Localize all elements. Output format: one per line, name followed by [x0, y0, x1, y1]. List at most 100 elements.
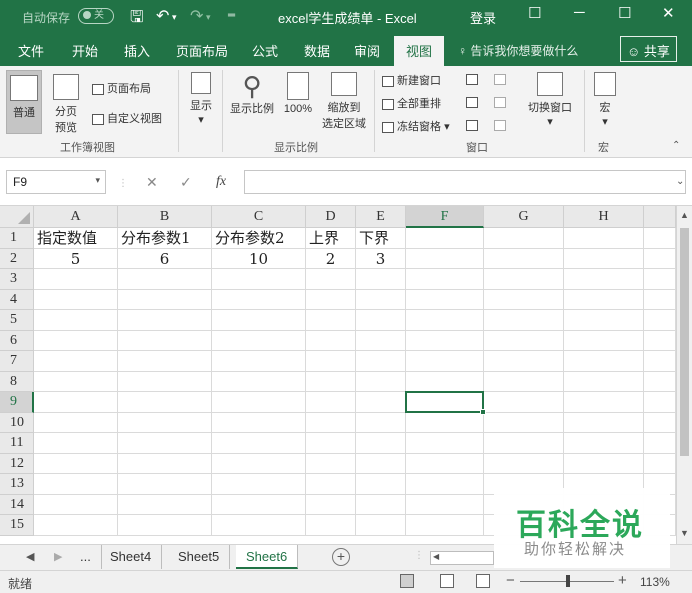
tab-file[interactable]: 文件	[18, 41, 44, 60]
share-button[interactable]: ☺ 共享	[620, 36, 677, 62]
cell-b10[interactable]	[118, 412, 212, 433]
fill-handle[interactable]	[480, 408, 486, 415]
maximize-icon[interactable]: ☐	[618, 4, 631, 22]
cell-a12[interactable]	[34, 453, 118, 474]
cell-a6[interactable]	[34, 330, 118, 351]
expand-formula-bar-icon[interactable]: ⌄	[676, 176, 684, 187]
zoom-button[interactable]: ⚲ 显示比例	[228, 72, 276, 132]
cell-h1[interactable]	[564, 228, 644, 249]
cell-b11[interactable]	[118, 433, 212, 454]
close-icon[interactable]: ✕	[662, 4, 675, 22]
cell-c11[interactable]	[212, 433, 306, 454]
cell-filler[interactable]	[644, 371, 676, 392]
cell-g5[interactable]	[484, 310, 564, 331]
cell-c14[interactable]	[212, 494, 306, 515]
column-header-f[interactable]: F	[406, 206, 484, 228]
cell-filler[interactable]	[644, 330, 676, 351]
cell-f4[interactable]	[406, 289, 484, 310]
cell-b12[interactable]	[118, 453, 212, 474]
cell-filler[interactable]	[644, 228, 676, 249]
cell-a1[interactable]: 指定数值	[34, 228, 118, 249]
cell-f12[interactable]	[406, 453, 484, 474]
cell-b2[interactable]: 6	[118, 248, 212, 269]
cell-d9[interactable]	[306, 392, 356, 413]
tab-home[interactable]: 开始	[72, 41, 98, 60]
horizontal-scrollbar[interactable]: ◀	[430, 551, 494, 565]
cell-f7[interactable]	[406, 351, 484, 372]
customize-qat-icon[interactable]: ═	[228, 10, 235, 21]
cell-c6[interactable]	[212, 330, 306, 351]
cell-h9[interactable]	[564, 392, 644, 413]
cell-h12[interactable]	[564, 453, 644, 474]
zoom-slider-thumb[interactable]	[566, 575, 570, 587]
row-header-7[interactable]: 7	[0, 351, 34, 372]
name-box-dropdown-icon[interactable]: ▾	[95, 175, 100, 186]
cell-f14[interactable]	[406, 494, 484, 515]
cell-c13[interactable]	[212, 474, 306, 495]
undo-icon[interactable]: ↶	[156, 6, 169, 26]
new-window-button[interactable]: 新建窗口	[382, 72, 441, 88]
sheet-tab-more[interactable]: ...	[70, 545, 102, 569]
normal-view-button[interactable]: 普通	[6, 70, 42, 134]
row-header-9[interactable]: 9	[0, 392, 34, 413]
cell-e3[interactable]	[356, 269, 406, 290]
cell-filler[interactable]	[644, 351, 676, 372]
redo-dropdown-icon[interactable]: ▾	[206, 12, 211, 23]
cell-h10[interactable]	[564, 412, 644, 433]
redo-icon[interactable]: ↷	[190, 6, 203, 26]
cell-c5[interactable]	[212, 310, 306, 331]
cell-d13[interactable]	[306, 474, 356, 495]
scroll-left-icon[interactable]: ◀	[433, 552, 439, 561]
cell-a14[interactable]	[34, 494, 118, 515]
sheet-tab-sheet4[interactable]: Sheet4	[100, 545, 163, 569]
row-header-4[interactable]: 4	[0, 289, 34, 310]
cell-a4[interactable]	[34, 289, 118, 310]
tab-data[interactable]: 数据	[304, 41, 330, 60]
cell-e14[interactable]	[356, 494, 406, 515]
row-header-10[interactable]: 10	[0, 412, 34, 433]
cell-g4[interactable]	[484, 289, 564, 310]
zoom-level[interactable]: 113%	[640, 575, 670, 589]
vertical-scrollbar[interactable]: ▲ ▼	[676, 206, 692, 544]
sheet-tab-sheet5[interactable]: Sheet5	[168, 545, 231, 569]
zoom-to-selection-button[interactable]: 缩放到 选定区域	[318, 72, 370, 136]
reset-position-icon[interactable]	[494, 120, 506, 131]
cell-h8[interactable]	[564, 371, 644, 392]
page-break-preview-button[interactable]: 分页 预览	[50, 70, 82, 134]
view-side-by-side-icon[interactable]	[494, 74, 506, 85]
cell-f1[interactable]	[406, 228, 484, 249]
cell-e1[interactable]: 下界	[356, 228, 406, 249]
cell-filler[interactable]	[644, 310, 676, 331]
undo-dropdown-icon[interactable]: ▾	[172, 12, 177, 23]
tab-page-layout[interactable]: 页面布局	[176, 41, 228, 60]
row-header-8[interactable]: 8	[0, 371, 34, 392]
cell-a3[interactable]	[34, 269, 118, 290]
cell-d14[interactable]	[306, 494, 356, 515]
cell-a13[interactable]	[34, 474, 118, 495]
cell-e5[interactable]	[356, 310, 406, 331]
split-icon[interactable]	[466, 74, 478, 85]
cell-f13[interactable]	[406, 474, 484, 495]
cell-c15[interactable]	[212, 515, 306, 536]
cell-c3[interactable]	[212, 269, 306, 290]
cell-c4[interactable]	[212, 289, 306, 310]
ribbon-display-options-icon[interactable]: ☐	[528, 4, 541, 22]
tab-view[interactable]: 视图	[394, 36, 445, 66]
cell-b9[interactable]	[118, 392, 212, 413]
cell-a5[interactable]	[34, 310, 118, 331]
cell-filler[interactable]	[644, 289, 676, 310]
cell-a9[interactable]	[34, 392, 118, 413]
cell-c2[interactable]: 10	[212, 248, 306, 269]
switch-windows-button[interactable]: 切换窗口 ▾	[522, 72, 578, 132]
cell-d8[interactable]	[306, 371, 356, 392]
cell-g9[interactable]	[484, 392, 564, 413]
cell-e13[interactable]	[356, 474, 406, 495]
select-all-button[interactable]	[0, 206, 34, 228]
cell-filler[interactable]	[644, 392, 676, 413]
confirm-entry-icon[interactable]: ✓	[180, 174, 192, 191]
cell-a7[interactable]	[34, 351, 118, 372]
cell-h2[interactable]	[564, 248, 644, 269]
cell-b14[interactable]	[118, 494, 212, 515]
cell-a11[interactable]	[34, 433, 118, 454]
cell-c12[interactable]	[212, 453, 306, 474]
